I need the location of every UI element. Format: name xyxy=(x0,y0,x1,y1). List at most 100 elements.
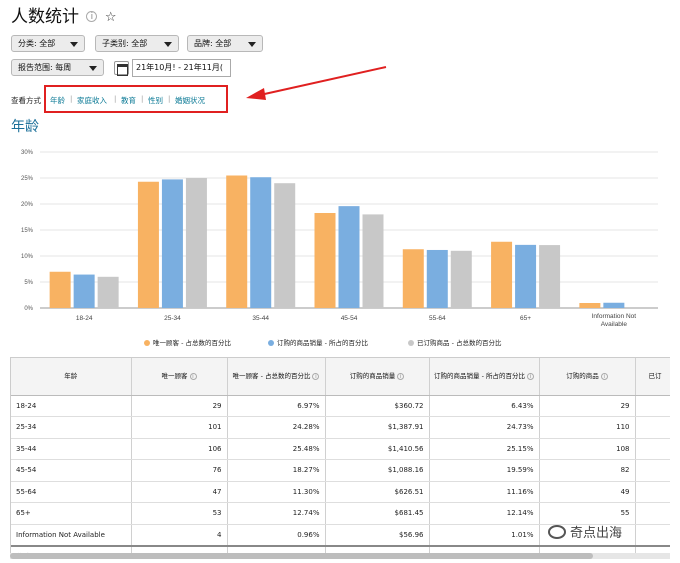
info-icon[interactable]: i xyxy=(397,372,405,380)
table-cell: 55 xyxy=(539,502,636,525)
table-cell: 24.28% xyxy=(227,416,326,439)
y-tick-label: 30% xyxy=(21,150,34,156)
info-icon[interactable]: i xyxy=(600,372,608,380)
table-cell xyxy=(635,438,670,460)
table-cell: 35-44 xyxy=(11,438,132,460)
watermark: 奇点出海 xyxy=(548,522,666,544)
table-cell: 12.74% xyxy=(227,502,326,525)
table-cell: $1,410.56 xyxy=(325,438,430,460)
table-cell: 25-34 xyxy=(11,416,132,439)
horizontal-scrollbar[interactable] xyxy=(10,553,670,559)
legend-item-series1: 唯一顾客 - 占总数的百分比 xyxy=(144,337,231,347)
legend-swatch xyxy=(408,340,414,346)
legend-swatch xyxy=(144,340,150,346)
bar-1-0 xyxy=(49,271,71,308)
bar-2-5 xyxy=(515,244,537,308)
table-cell: 29 xyxy=(131,395,228,417)
annotation-arrowhead xyxy=(246,88,266,100)
table-cell: 47 xyxy=(131,481,228,503)
column-header-unique-customers[interactable]: 唯一顾客 i xyxy=(131,358,228,396)
y-tick-label: 5% xyxy=(24,280,33,286)
column-header-ordered-sales[interactable]: 订购的商品销量 i xyxy=(325,358,430,396)
table-cell: 25.48% xyxy=(227,438,326,460)
table-cell: 82 xyxy=(539,459,636,482)
x-tick-label-line: Available xyxy=(601,321,628,328)
column-header-ordered-sales-pct[interactable]: 订购的商品销量 - 所占的百分比 i xyxy=(429,358,540,396)
annotation-highlight-box xyxy=(44,85,228,113)
table-cell: $1,088.16 xyxy=(325,459,430,482)
table-total-row: 总计416100.00%$5,612.27100.00%437 xyxy=(11,544,670,553)
y-tick-label: 0% xyxy=(24,306,33,312)
x-tick-label: 18-24 xyxy=(76,315,93,322)
table-cell: 45-54 xyxy=(11,459,132,482)
table-cell: 1.01% xyxy=(429,524,540,546)
column-header-truncated[interactable]: 已订 xyxy=(635,358,670,396)
bar-2-4 xyxy=(426,249,448,308)
table-cell: 25.15% xyxy=(429,438,540,460)
column-header-age[interactable]: 年龄 xyxy=(11,358,132,396)
table-cell: 0.96% xyxy=(227,524,326,546)
bar-2-0 xyxy=(73,274,95,308)
table-cell: $626.51 xyxy=(325,481,430,503)
x-tick-label: 65+ xyxy=(520,315,531,322)
star-icon[interactable]: ☆ xyxy=(105,10,117,25)
table-cell: Information Not Available xyxy=(11,524,132,546)
table-cell xyxy=(635,544,670,553)
legend-item-series3: 已订购商品 - 占总数的百分比 xyxy=(408,337,501,347)
y-tick-label: 25% xyxy=(21,176,34,182)
brand-dropdown[interactable]: 品牌: 全部 xyxy=(187,35,263,52)
annotation-arrow-shaft xyxy=(259,66,387,96)
brand-dropdown-label: 品牌: 全部 xyxy=(194,39,232,48)
bar-1-2 xyxy=(226,175,248,308)
info-icon[interactable]: i xyxy=(526,372,534,380)
chevron-down-icon xyxy=(70,42,78,47)
table-cell: 110 xyxy=(539,416,636,439)
legend-label: 唯一顾客 - 占总数的百分比 xyxy=(153,339,231,347)
table-row: 65+ 53 12.74% $681.45 12.14% 55 xyxy=(11,502,670,525)
column-header-unique-customers-pct[interactable]: 唯一顾客 - 占总数的百分比 i xyxy=(227,358,326,396)
table-row: 35-44 106 25.48% $1,410.56 25.15% 108 xyxy=(11,438,670,460)
report-range-label: 报告范围: 每周 xyxy=(18,63,72,72)
info-icon[interactable]: i xyxy=(189,372,197,380)
bar-1-4 xyxy=(402,249,424,308)
table-cell: 437 xyxy=(539,544,636,553)
table-cell: 100.00% xyxy=(227,544,326,553)
table-cell: $5,612.27 xyxy=(325,544,430,553)
table-cell: 12.14% xyxy=(429,502,540,525)
table-cell: 76 xyxy=(131,459,228,482)
y-tick-label: 10% xyxy=(21,254,34,260)
x-tick-label: 35-44 xyxy=(252,315,269,322)
table-cell: 6.97% xyxy=(227,395,326,417)
table-cell xyxy=(635,395,670,417)
date-range-input[interactable]: 21年10月! - 21年11月( xyxy=(132,59,231,77)
table-cell: 29 xyxy=(539,395,636,417)
info-icon[interactable]: i xyxy=(312,372,320,380)
column-header-ordered-units[interactable]: 订购的商品 i xyxy=(539,358,636,396)
legend-label: 订购的商品销量 - 所占的百分比 xyxy=(277,339,368,347)
table-cell: 101 xyxy=(131,416,228,439)
category-dropdown-label: 分类: 全部 xyxy=(18,39,56,48)
table-cell: 18.27% xyxy=(227,459,326,482)
table-cell: 53 xyxy=(131,502,228,525)
table-cell: 19.59% xyxy=(429,459,540,482)
table-cell: 108 xyxy=(539,438,636,460)
legend-item-series2: 订购的商品销量 - 所占的百分比 xyxy=(268,337,368,347)
info-icon[interactable]: i xyxy=(86,11,98,22)
table-cell: 100.00% xyxy=(429,544,540,553)
bar-2-2 xyxy=(250,177,272,308)
age-bar-chart: 0% 5% 10% 15% 20% 25% 30% 18-24 25-34 35-44 45-54 5… xyxy=(21,150,658,328)
bar-1-5 xyxy=(491,241,513,308)
chevron-down-icon xyxy=(164,42,172,47)
table-cell: 6.43% xyxy=(429,395,540,417)
chevron-down-icon xyxy=(89,66,97,71)
table-cell xyxy=(635,459,670,482)
calendar-icon[interactable] xyxy=(114,61,129,76)
subcategory-dropdown[interactable]: 子类别: 全部 xyxy=(95,35,179,52)
view-by-label: 查看方式 xyxy=(11,96,41,105)
table-cell: 24.73% xyxy=(429,416,540,439)
report-range-dropdown[interactable]: 报告范围: 每周 xyxy=(11,59,104,76)
scrollbar-thumb[interactable] xyxy=(10,553,593,559)
watermark-text: 奇点出海 xyxy=(570,526,623,541)
table-row: 45-54 76 18.27% $1,088.16 19.59% 82 xyxy=(11,459,670,482)
category-dropdown[interactable]: 分类: 全部 xyxy=(11,35,85,52)
